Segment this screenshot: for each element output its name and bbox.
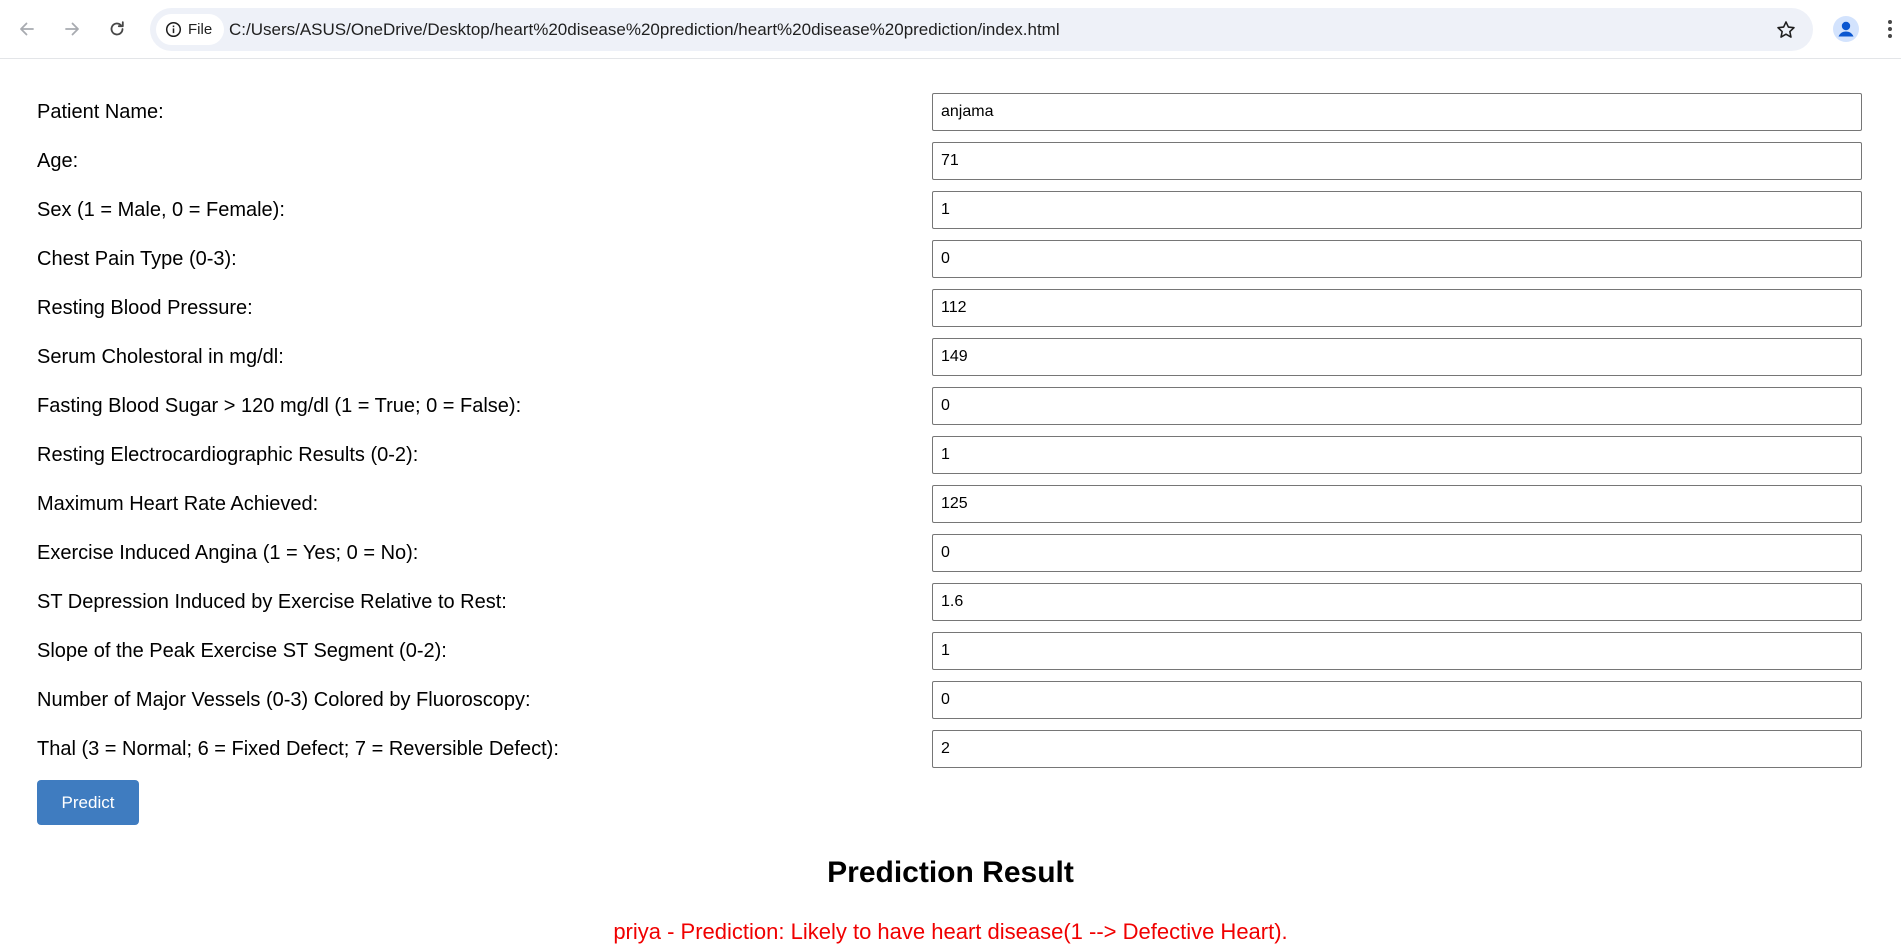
kebab-menu-icon [1888, 20, 1892, 38]
chest-pain-type-input[interactable] [932, 240, 1862, 278]
predict-button[interactable]: Predict [37, 780, 139, 825]
st-slope-label: Slope of the Peak Exercise ST Segment (0… [37, 640, 447, 662]
exercise-angina-label: Exercise Induced Angina (1 = Yes; 0 = No… [37, 542, 419, 564]
browser-menu-button[interactable] [1880, 13, 1900, 45]
forward-arrow-icon [65, 22, 79, 36]
prediction-result-text: priya - Prediction: Likely to have heart… [613, 919, 1288, 944]
info-icon [165, 21, 182, 38]
form-row-patient-name: Patient Name: [37, 93, 1863, 142]
form-row-serum-cholesterol: Serum Cholestoral in mg/dl: [37, 338, 1863, 387]
patient-name-input[interactable] [932, 93, 1862, 131]
resting-blood-pressure-label: Resting Blood Pressure: [37, 297, 253, 319]
fasting-blood-sugar-input[interactable] [932, 387, 1862, 425]
form-row-st-slope: Slope of the Peak Exercise ST Segment (0… [37, 632, 1863, 681]
back-button[interactable] [11, 13, 43, 45]
result-heading: Prediction Result [827, 856, 1074, 889]
form-row-exercise-angina: Exercise Induced Angina (1 = Yes; 0 = No… [37, 534, 1863, 583]
bookmark-button[interactable] [1773, 17, 1799, 43]
chest-pain-type-label: Chest Pain Type (0-3): [37, 248, 237, 270]
form-row-resting-ecg: Resting Electrocardiographic Results (0-… [37, 436, 1863, 485]
url-text[interactable]: C:/Users/ASUS/OneDrive/Desktop/heart%20d… [229, 8, 1060, 51]
max-heart-rate-input[interactable] [932, 485, 1862, 523]
major-vessels-label: Number of Major Vessels (0-3) Colored by… [37, 689, 531, 711]
st-depression-label: ST Depression Induced by Exercise Relati… [37, 591, 507, 613]
form-row-chest-pain-type: Chest Pain Type (0-3): [37, 240, 1863, 289]
max-heart-rate-label: Maximum Heart Rate Achieved: [37, 493, 319, 515]
reload-icon [110, 21, 124, 36]
form-row-age: Age: [37, 142, 1863, 191]
resting-blood-pressure-input[interactable] [932, 289, 1862, 327]
patient-name-label: Patient Name: [37, 101, 164, 123]
form-row-max-heart-rate: Maximum Heart Rate Achieved: [37, 485, 1863, 534]
major-vessels-input[interactable] [932, 681, 1862, 719]
resting-ecg-label: Resting Electrocardiographic Results (0-… [37, 444, 419, 466]
st-depression-input[interactable] [932, 583, 1862, 621]
serum-cholesterol-input[interactable] [932, 338, 1862, 376]
site-info-chip[interactable]: File [156, 14, 225, 45]
thal-input[interactable] [932, 730, 1862, 768]
exercise-angina-input[interactable] [932, 534, 1862, 572]
profile-icon [1833, 16, 1859, 42]
thal-label: Thal (3 = Normal; 6 = Fixed Defect; 7 = … [37, 738, 559, 760]
age-input[interactable] [932, 142, 1862, 180]
st-slope-input[interactable] [932, 632, 1862, 670]
form-row-thal: Thal (3 = Normal; 6 = Fixed Defect; 7 = … [37, 730, 1863, 779]
back-arrow-icon [20, 22, 34, 36]
profile-button[interactable] [1830, 13, 1862, 45]
resting-ecg-input[interactable] [932, 436, 1862, 474]
form-row-resting-blood-pressure: Resting Blood Pressure: [37, 289, 1863, 338]
age-label: Age: [37, 150, 79, 172]
sex-label: Sex (1 = Male, 0 = Female): [37, 199, 285, 221]
form-row-major-vessels: Number of Major Vessels (0-3) Colored by… [37, 681, 1863, 730]
page-content: Patient Name: Age: Sex (1 = Male, 0 = Fe… [0, 59, 1901, 950]
prediction-form: Patient Name: Age: Sex (1 = Male, 0 = Fe… [37, 93, 1863, 779]
reload-button[interactable] [101, 13, 133, 45]
site-chip-label: File [188, 21, 213, 38]
browser-toolbar: File C:/Users/ASUS/OneDrive/Desktop/hear… [0, 0, 1901, 59]
sex-input[interactable] [932, 191, 1862, 229]
star-icon [1777, 21, 1795, 38]
forward-button[interactable] [56, 13, 88, 45]
form-row-st-depression: ST Depression Induced by Exercise Relati… [37, 583, 1863, 632]
serum-cholesterol-label: Serum Cholestoral in mg/dl: [37, 346, 284, 368]
form-row-sex: Sex (1 = Male, 0 = Female): [37, 191, 1863, 240]
form-row-fasting-blood-sugar: Fasting Blood Sugar > 120 mg/dl (1 = Tru… [37, 387, 1863, 436]
address-bar[interactable]: File C:/Users/ASUS/OneDrive/Desktop/hear… [150, 8, 1813, 51]
fasting-blood-sugar-label: Fasting Blood Sugar > 120 mg/dl (1 = Tru… [37, 395, 522, 417]
